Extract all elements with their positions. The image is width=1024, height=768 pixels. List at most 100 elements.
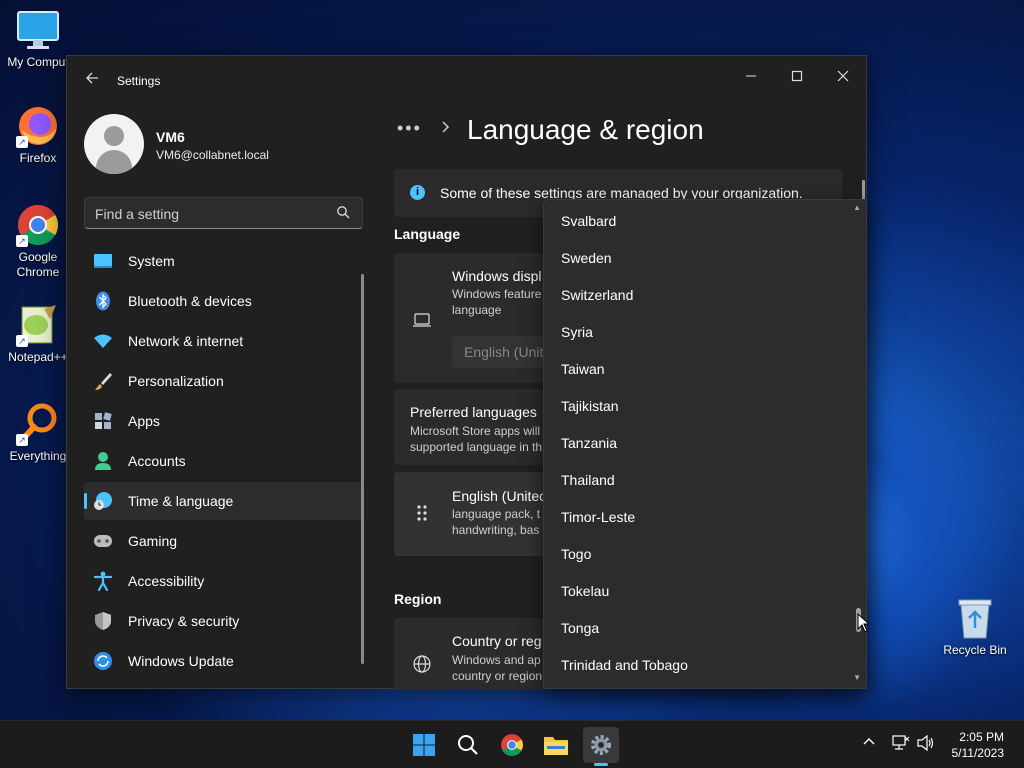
sidebar-item-system[interactable]: System [84,242,364,280]
sidebar-nav: System Bluetooth & devices Network & int… [84,242,364,682]
windows-display-language-card[interactable]: Windows displ Windows feature language E… [394,253,544,383]
close-button[interactable] [820,62,866,94]
taskbar-chrome-button[interactable] [494,727,530,763]
monitor-icon [16,8,60,52]
network-status-button[interactable] [892,735,910,754]
country-dropdown-list[interactable]: ▲ Svalbard Sweden Switzerland Syria Taiw… [543,199,867,689]
desktop-icon-chrome[interactable]: ↗ Google Chrome [0,203,76,280]
globe-icon [413,655,431,673]
desktop-icon-firefox[interactable]: ↗ Firefox [0,104,76,166]
clock-time: 2:05 PM [959,730,1004,744]
section-heading-language: Language [394,226,461,242]
sidebar-item-privacy[interactable]: Privacy & security [84,602,364,640]
search-icon [458,735,478,755]
chrome-icon: ↗ [16,203,60,247]
mouse-cursor-icon [857,613,869,633]
dropdown-option[interactable]: Taiwan [561,361,605,377]
dropdown-option[interactable]: Timor-Leste [561,509,635,525]
sidebar-item-accounts[interactable]: Accounts [84,442,364,480]
sidebar-item-accessibility[interactable]: Accessibility [84,562,364,600]
main-scrollbar[interactable] [862,180,865,200]
card-title: Country or reg [452,633,542,649]
taskbar-settings-button[interactable] [583,727,619,763]
language-list-item-english[interactable]: English (Unitec language pack, t handwri… [394,472,544,556]
dropdown-option[interactable]: Tajikistan [561,398,619,414]
maximize-icon [791,70,803,82]
profile-email: VM6@collabnet.local [156,148,269,162]
sidebar-item-label: System [128,253,175,269]
windows-logo-icon [413,734,435,756]
laptop-icon [413,313,431,327]
dropdown-option[interactable]: Tokelau [561,583,609,599]
card-subtitle: Windows and ap [452,653,541,667]
chrome-icon [501,734,523,756]
search-icon[interactable] [336,205,350,219]
card-subtitle: Windows feature [452,287,542,301]
dropdown-option[interactable]: Tonga [561,620,599,636]
dropdown-option[interactable]: Sweden [561,250,612,266]
dropdown-option[interactable]: Switzerland [561,287,633,303]
back-button[interactable] [81,70,103,92]
taskbar-clock[interactable]: 2:05 PM 5/11/2023 [952,729,1005,761]
dropdown-option[interactable]: Trinidad and Tobago [561,657,688,673]
dropdown-option[interactable]: Svalbard [561,213,616,229]
sidebar-item-label: Network & internet [128,333,244,349]
display-language-select[interactable]: English (Unit [452,336,544,368]
card-subtitle: language pack, t [452,507,541,521]
card-subtitle: Microsoft Store apps will [410,424,541,438]
active-app-indicator [594,763,608,766]
drag-handle-icon[interactable] [412,503,432,523]
tray-overflow-button[interactable] [862,735,876,752]
page-title: Language & region [467,114,704,145]
dropdown-option[interactable]: Tanzania [561,435,617,451]
sidebar-item-network[interactable]: Network & internet [84,322,364,360]
sidebar-scrollbar[interactable] [361,274,364,664]
accessibility-icon [93,571,113,591]
card-title: Windows displ [452,268,542,284]
card-subtitle: country or region [452,669,543,683]
scroll-up-icon[interactable]: ▲ [853,203,861,212]
minimize-icon [746,75,756,77]
sidebar-item-time-language[interactable]: Time & language [84,482,364,520]
search-input[interactable] [95,204,325,224]
gaming-icon [93,531,113,551]
sidebar-item-bluetooth[interactable]: Bluetooth & devices [84,282,364,320]
breadcrumb-overflow-button[interactable]: ••• [397,118,422,139]
desktop-icon-everything[interactable]: ↗ Everything [0,402,76,464]
sidebar-item-apps[interactable]: Apps [84,402,364,440]
brush-icon [93,371,113,391]
desktop-icon-label: Recycle Bin [943,643,1007,657]
recycle-bin-icon [958,599,992,639]
volume-button[interactable] [917,734,935,754]
search-box[interactable] [84,197,363,229]
everything-icon: ↗ [16,402,60,446]
profile-name: VM6 [156,129,185,145]
dropdown-option[interactable]: Togo [561,546,591,562]
taskbar-file-explorer-button[interactable] [538,727,574,763]
sidebar-item-windows-update[interactable]: Windows Update [84,642,364,680]
maximize-button[interactable] [774,62,820,94]
dropdown-option[interactable]: Syria [561,324,593,340]
sidebar-item-label: Accessibility [128,573,205,589]
desktop-icon-recycle-bin[interactable]: Recycle Bin [940,596,1010,657]
gear-icon [591,735,611,755]
shield-icon [93,611,113,631]
sidebar-item-personalization[interactable]: Personalization [84,362,364,400]
shortcut-arrow-icon: ↗ [16,335,28,347]
card-title: English (Unitec [452,488,544,504]
time-language-icon [93,491,113,511]
apps-icon [93,411,113,431]
avatar[interactable] [84,114,144,174]
desktop-icon-label: Everything [9,449,67,463]
desktop-icon-notepadpp[interactable]: ↗ Notepad++ [0,303,76,365]
taskbar-search-button[interactable] [450,727,486,763]
minimize-button[interactable] [728,62,774,94]
preferred-languages-card: Preferred languages Microsoft Store apps… [394,389,544,465]
dropdown-option[interactable]: Thailand [561,472,615,488]
scroll-down-icon[interactable]: ▼ [853,673,861,682]
desktop-icon-my-computer[interactable]: My Comput [0,8,76,70]
desktop-icon-label: Google Chrome [16,250,60,279]
sidebar-item-gaming[interactable]: Gaming [84,522,364,560]
start-button[interactable] [406,727,442,763]
country-region-card[interactable]: Country or reg Windows and ap country or… [394,618,544,690]
